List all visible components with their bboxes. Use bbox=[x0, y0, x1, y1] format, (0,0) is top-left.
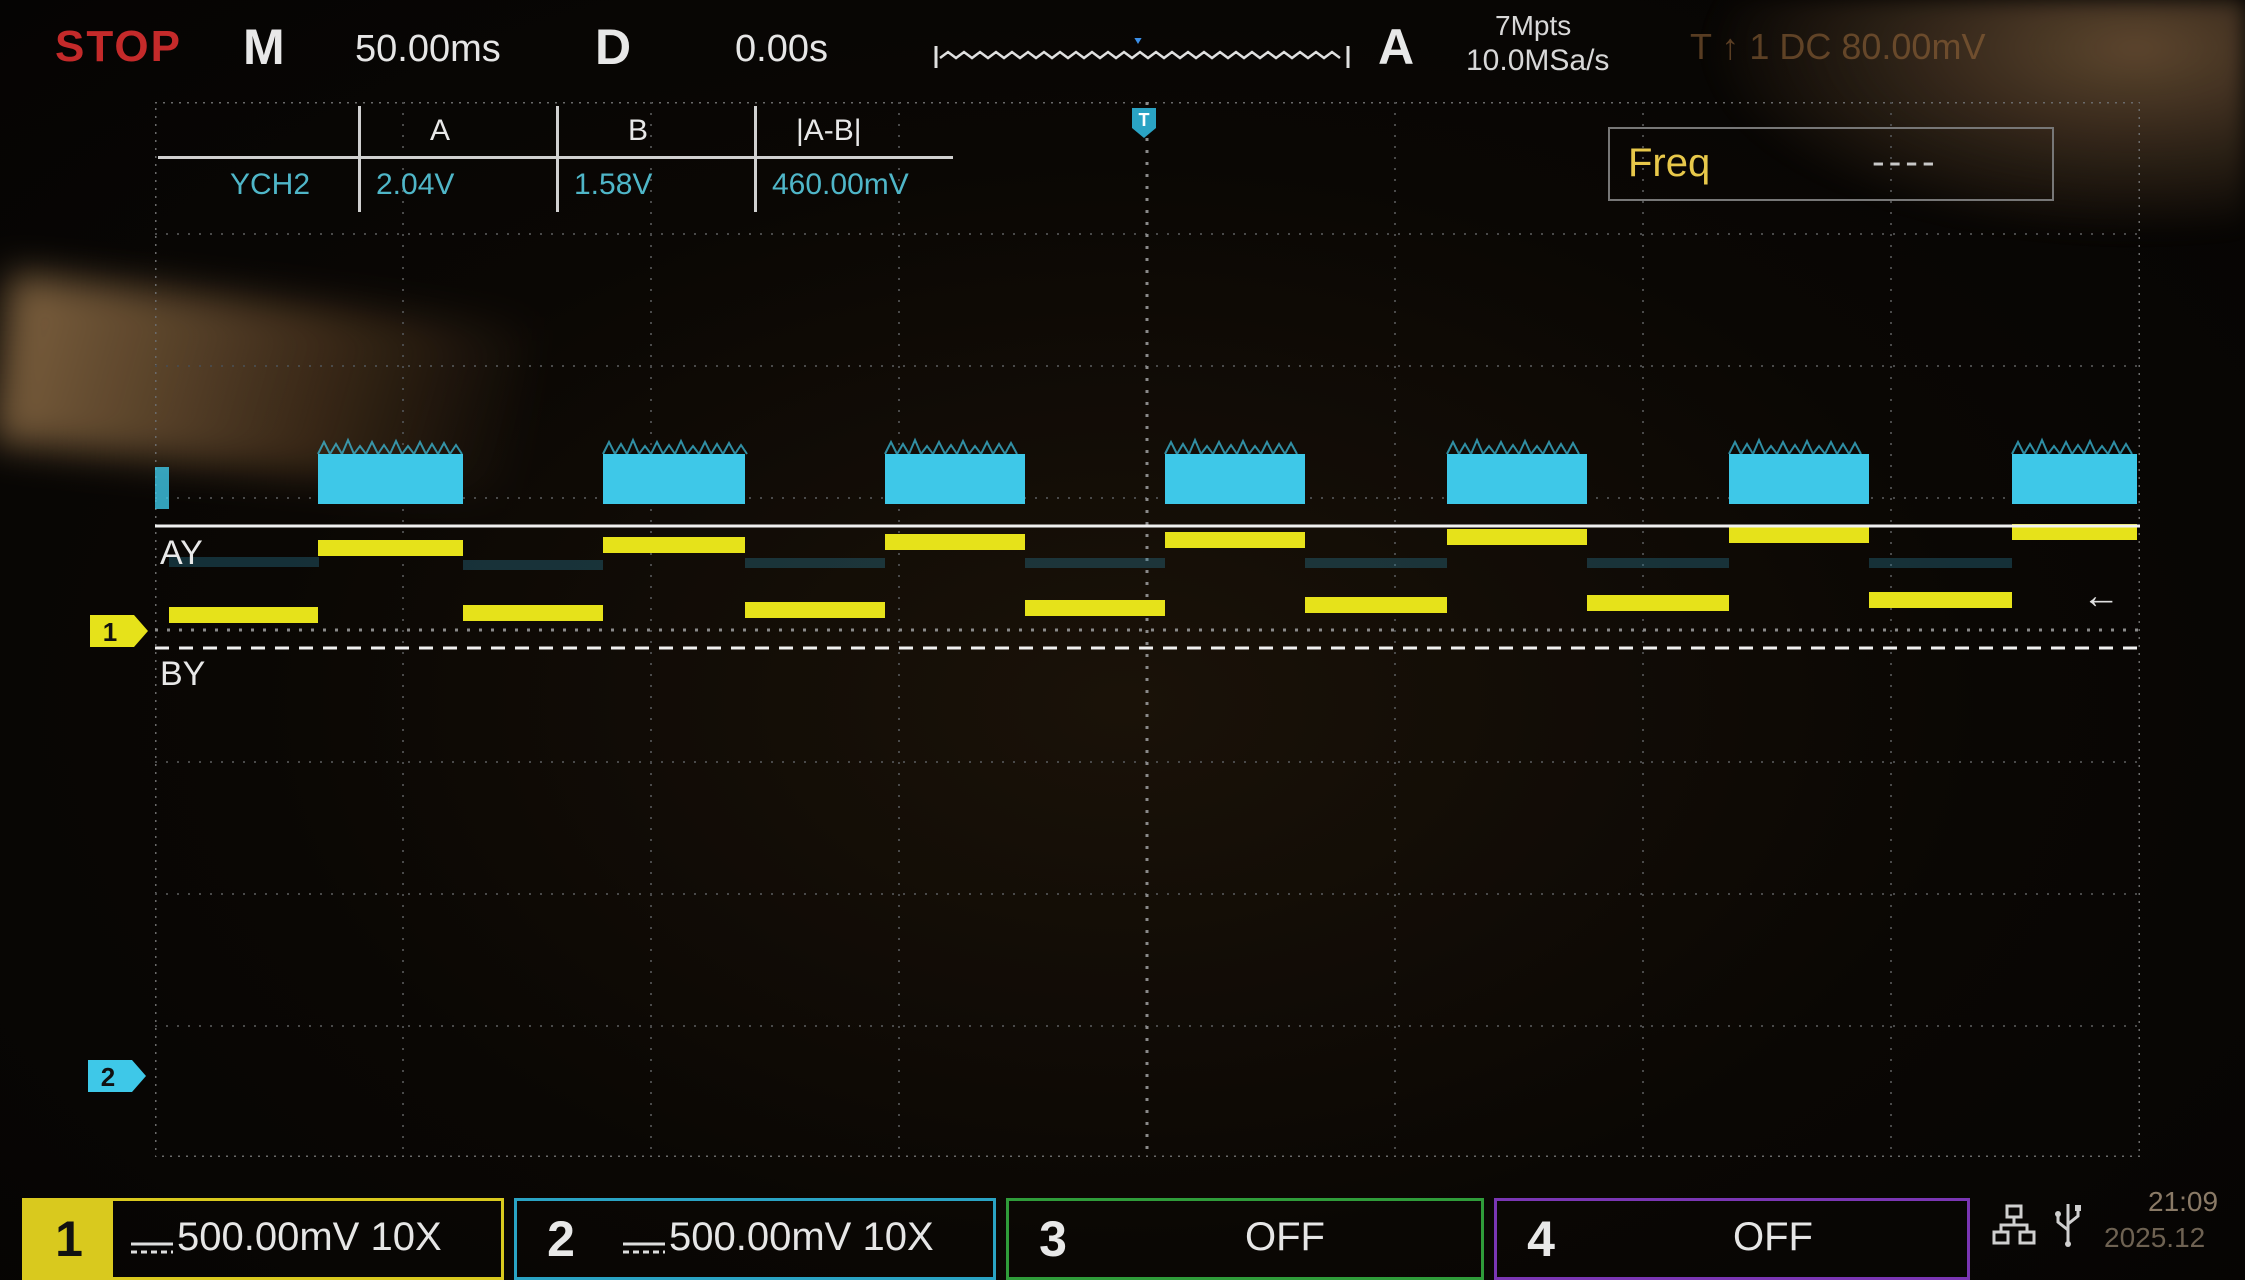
dc-coupling-icon bbox=[131, 1242, 173, 1254]
ch4-settings[interactable]: 4 OFF bbox=[1494, 1198, 1970, 1280]
network-icon bbox=[1992, 1204, 2036, 1245]
trigger-marker-text: T bbox=[1139, 110, 1150, 130]
cursor-value-diff: 460.00mV bbox=[772, 168, 909, 201]
cursor-row-label: YCH2 bbox=[230, 168, 311, 201]
ch3-number: 3 bbox=[1039, 1211, 1067, 1267]
ch1-number: 1 bbox=[25, 1201, 113, 1277]
acquire-label: A bbox=[1378, 19, 1415, 75]
cursor-header-diff: |A-B| bbox=[796, 114, 862, 147]
timebase-label: M bbox=[243, 19, 285, 75]
delay-value[interactable]: 0.00s bbox=[735, 28, 828, 71]
oscilloscope-screen: STOP M 50.00ms D 0.00s A 7Mpts 10.0MSa/s… bbox=[0, 0, 2245, 1280]
ch3-status: OFF bbox=[1245, 1215, 1325, 1259]
ch1-offset-marker[interactable]: 1 bbox=[88, 613, 150, 649]
cursor-measurement-table: A B |A-B| YCH2 2.04V 1.58V 460.00mV bbox=[158, 106, 958, 216]
ch4-status: OFF bbox=[1733, 1215, 1813, 1259]
dc-coupling-icon bbox=[623, 1242, 665, 1254]
freq-value: ---- bbox=[1872, 141, 1939, 183]
cursor-value-b: 1.58V bbox=[574, 168, 653, 201]
cursor-a-label[interactable]: AY bbox=[160, 534, 203, 573]
ch1-marker-text: 1 bbox=[103, 617, 117, 647]
top-status-bar: STOP M 50.00ms D 0.00s A 7Mpts 10.0MSa/s… bbox=[0, 0, 2245, 100]
cursor-value-a: 2.04V bbox=[376, 168, 455, 201]
trigger-position-icon[interactable]: T bbox=[1130, 106, 1158, 140]
clock-date: 2025.12 bbox=[2104, 1222, 2206, 1253]
ch2-marker-text: 2 bbox=[101, 1062, 115, 1092]
ch2-low-noise bbox=[169, 557, 2012, 570]
cursor-b-label[interactable]: BY bbox=[160, 655, 205, 694]
delay-label: D bbox=[595, 19, 632, 75]
clock-time: 21:09 bbox=[2148, 1186, 2219, 1217]
ch1-waveform bbox=[169, 524, 2137, 623]
ch3-settings[interactable]: 3 OFF bbox=[1006, 1198, 1484, 1280]
ch1-scale: 500.00mV 10X bbox=[177, 1215, 442, 1259]
ch4-number: 4 bbox=[1527, 1211, 1555, 1267]
ch2-settings[interactable]: 2 500.00mV 10X bbox=[514, 1198, 996, 1280]
timebase-value[interactable]: 50.00ms bbox=[355, 28, 501, 71]
waveform-grid bbox=[155, 102, 2140, 1157]
cursor-header-a: A bbox=[430, 114, 451, 147]
channel-status-bar: 1 500.00mV 10X 2 500.00mV 10X 3 OFF 4 OF… bbox=[0, 1188, 2245, 1280]
ch2-offset-marker[interactable]: 2 bbox=[86, 1058, 148, 1094]
freq-label: Freq bbox=[1628, 141, 1711, 185]
cursor-header-b: B bbox=[628, 114, 649, 147]
frequency-measurement[interactable]: Freq ---- bbox=[1608, 127, 2054, 201]
ch2-scale: 500.00mV 10X bbox=[669, 1215, 934, 1259]
usb-icon bbox=[2055, 1204, 2081, 1247]
sample-rate: 10.0MSa/s bbox=[1466, 44, 1610, 77]
overview-trigger-icon bbox=[1134, 38, 1142, 44]
trigger-settings[interactable]: T ↑ 1 DC 80.00mV bbox=[1690, 26, 1985, 68]
trigger-level-arrow-icon[interactable]: ← bbox=[2082, 575, 2120, 618]
memory-depth[interactable]: 7Mpts bbox=[1495, 10, 1571, 42]
ch1-settings[interactable]: 1 500.00mV 10X bbox=[22, 1198, 504, 1280]
ch2-number: 2 bbox=[547, 1211, 575, 1267]
waveform-overview-strip[interactable] bbox=[932, 38, 1352, 74]
run-stop-status[interactable]: STOP bbox=[55, 22, 182, 72]
